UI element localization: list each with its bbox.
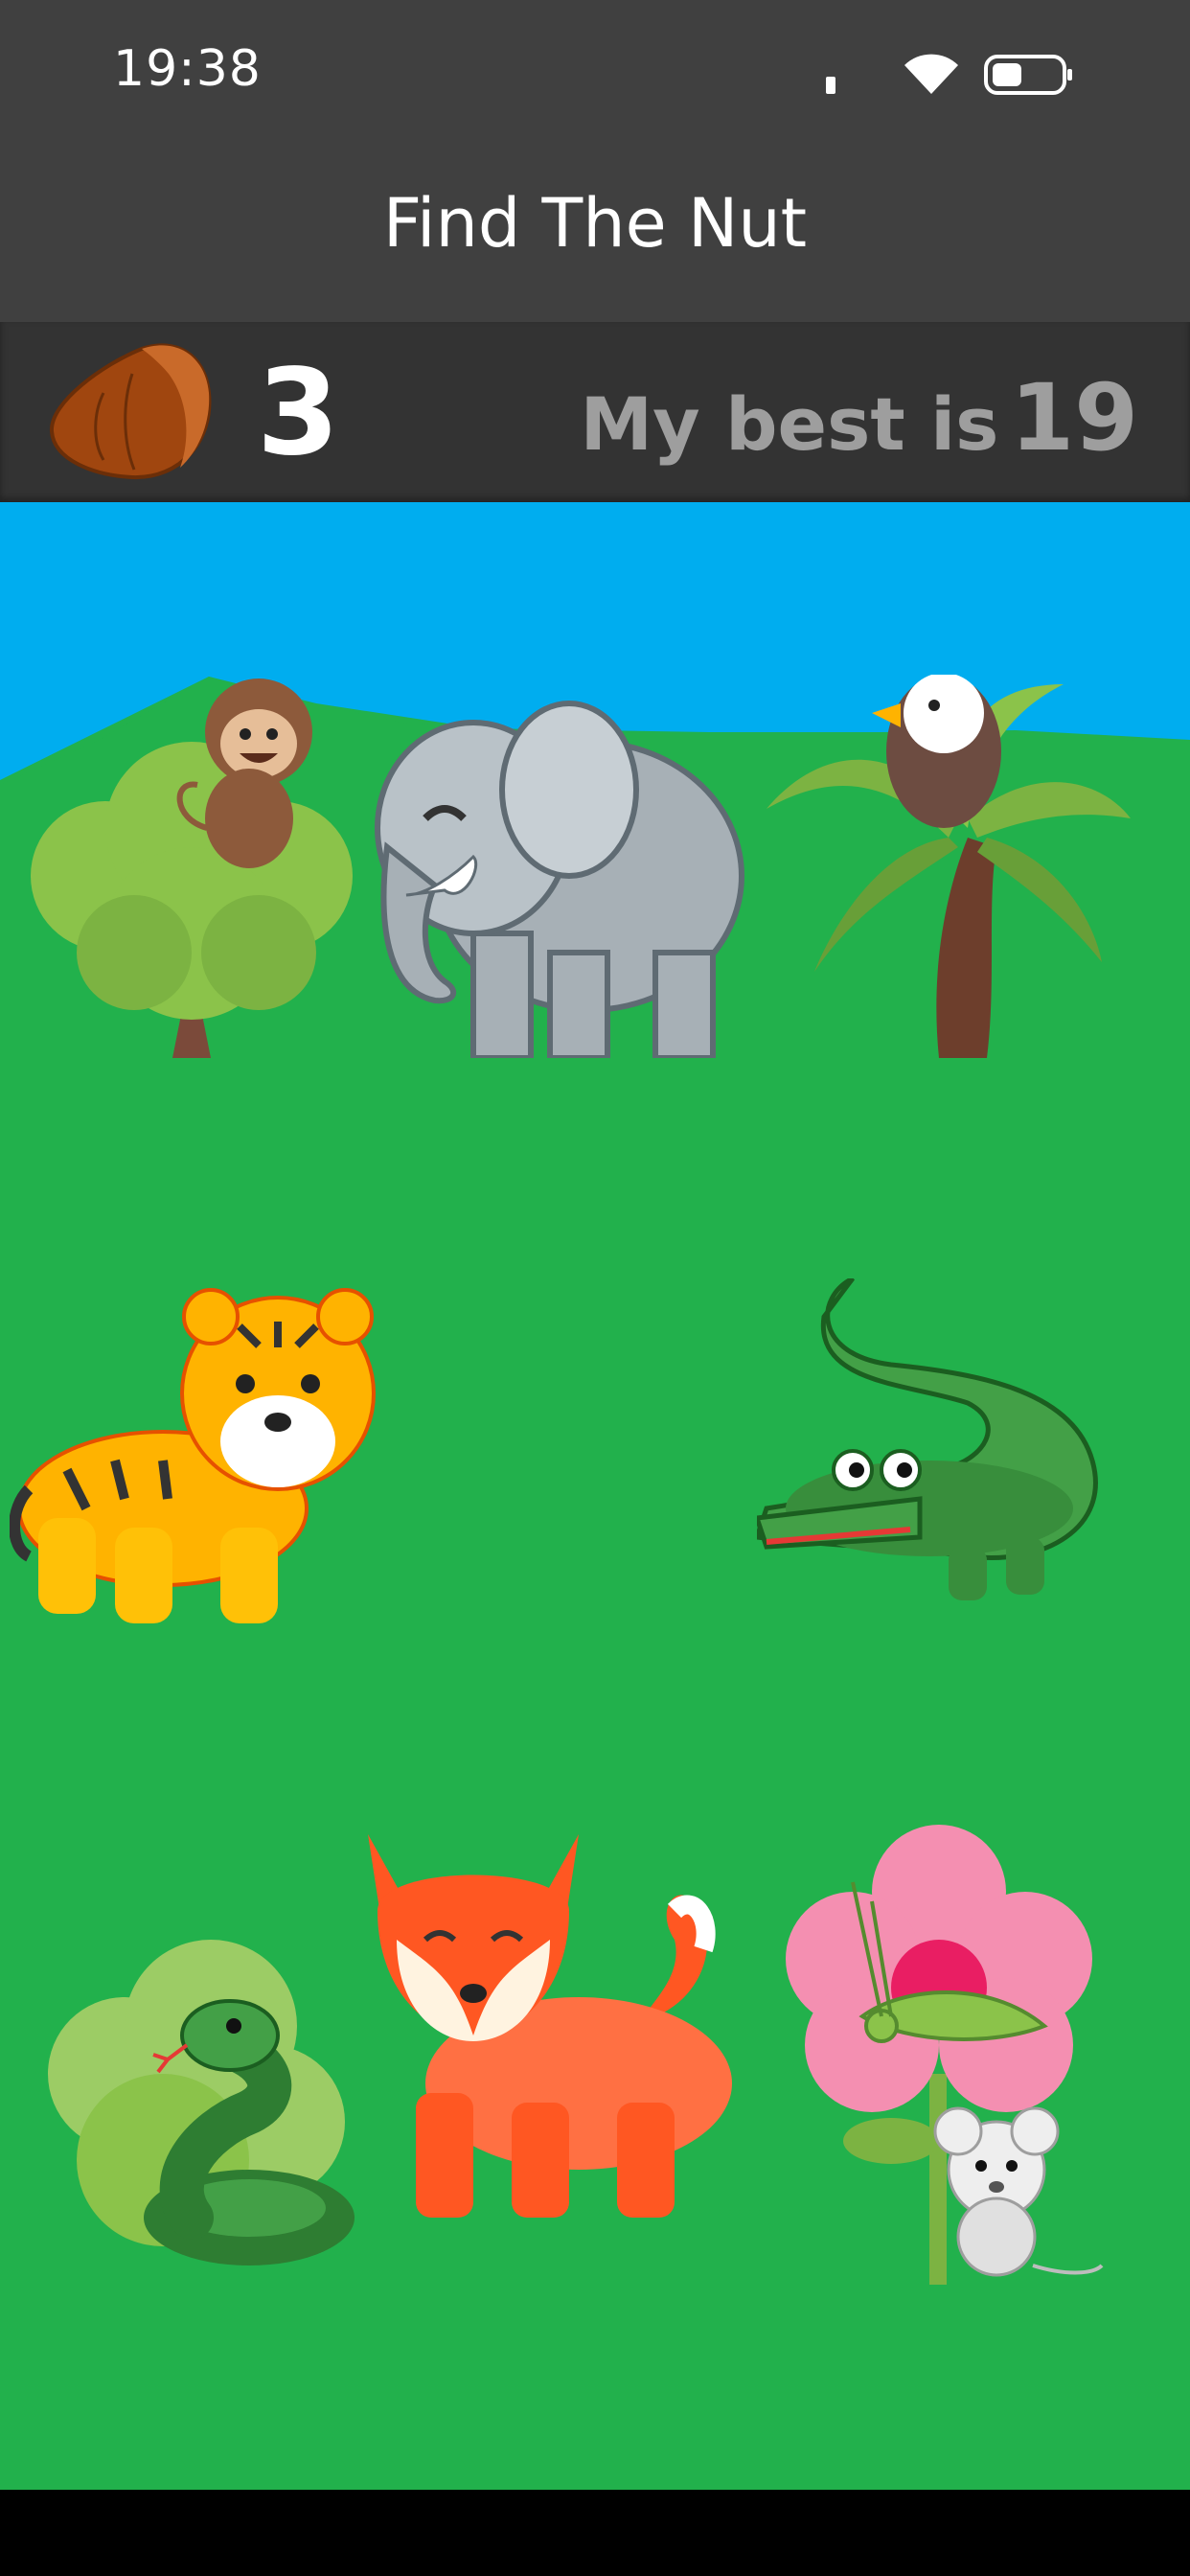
- eagle-on-palm-cell[interactable]: [757, 675, 1154, 1058]
- fox-cell[interactable]: [358, 1825, 755, 2218]
- battery-icon: [984, 55, 1072, 95]
- status-bar: 19:38: [0, 0, 1190, 144]
- crocodile-icon: [757, 1278, 1098, 1600]
- crocodile-cell[interactable]: [757, 1278, 1154, 1662]
- eagle-on-palm-icon: [767, 675, 1131, 1058]
- grasshopper-on-flower-and-mouse-cell[interactable]: [776, 1825, 1173, 2285]
- app-title: Find The Nut: [382, 184, 808, 263]
- score-bar: 3 My best is 19: [0, 322, 1190, 502]
- best-score-value: 19: [1010, 364, 1138, 472]
- signal-dot-icon: [826, 77, 835, 94]
- elephant-icon: [375, 701, 744, 1058]
- score-value: 3: [257, 344, 340, 482]
- nut-icon: [49, 343, 212, 480]
- playfield: [0, 502, 1190, 2490]
- navigation-bar: [0, 2490, 1190, 2576]
- app-bar: Find The Nut: [0, 144, 1190, 322]
- best-score-label: My best is: [580, 381, 999, 467]
- status-time: 19:38: [113, 40, 262, 98]
- monkey-in-tree-cell[interactable]: [19, 675, 416, 1058]
- best-score: My best is 19: [581, 364, 1138, 472]
- monkey-in-tree-icon: [31, 678, 353, 1058]
- snake-in-bush-icon: [48, 1940, 355, 2266]
- tiger-cell[interactable]: [10, 1269, 406, 1652]
- fox-icon: [368, 1834, 732, 2218]
- tiger-icon: [10, 1288, 376, 1623]
- elephant-cell[interactable]: [368, 675, 765, 1058]
- grasshopper-on-flower-and-mouse-icon: [786, 1825, 1104, 2285]
- wifi-icon: [904, 54, 958, 94]
